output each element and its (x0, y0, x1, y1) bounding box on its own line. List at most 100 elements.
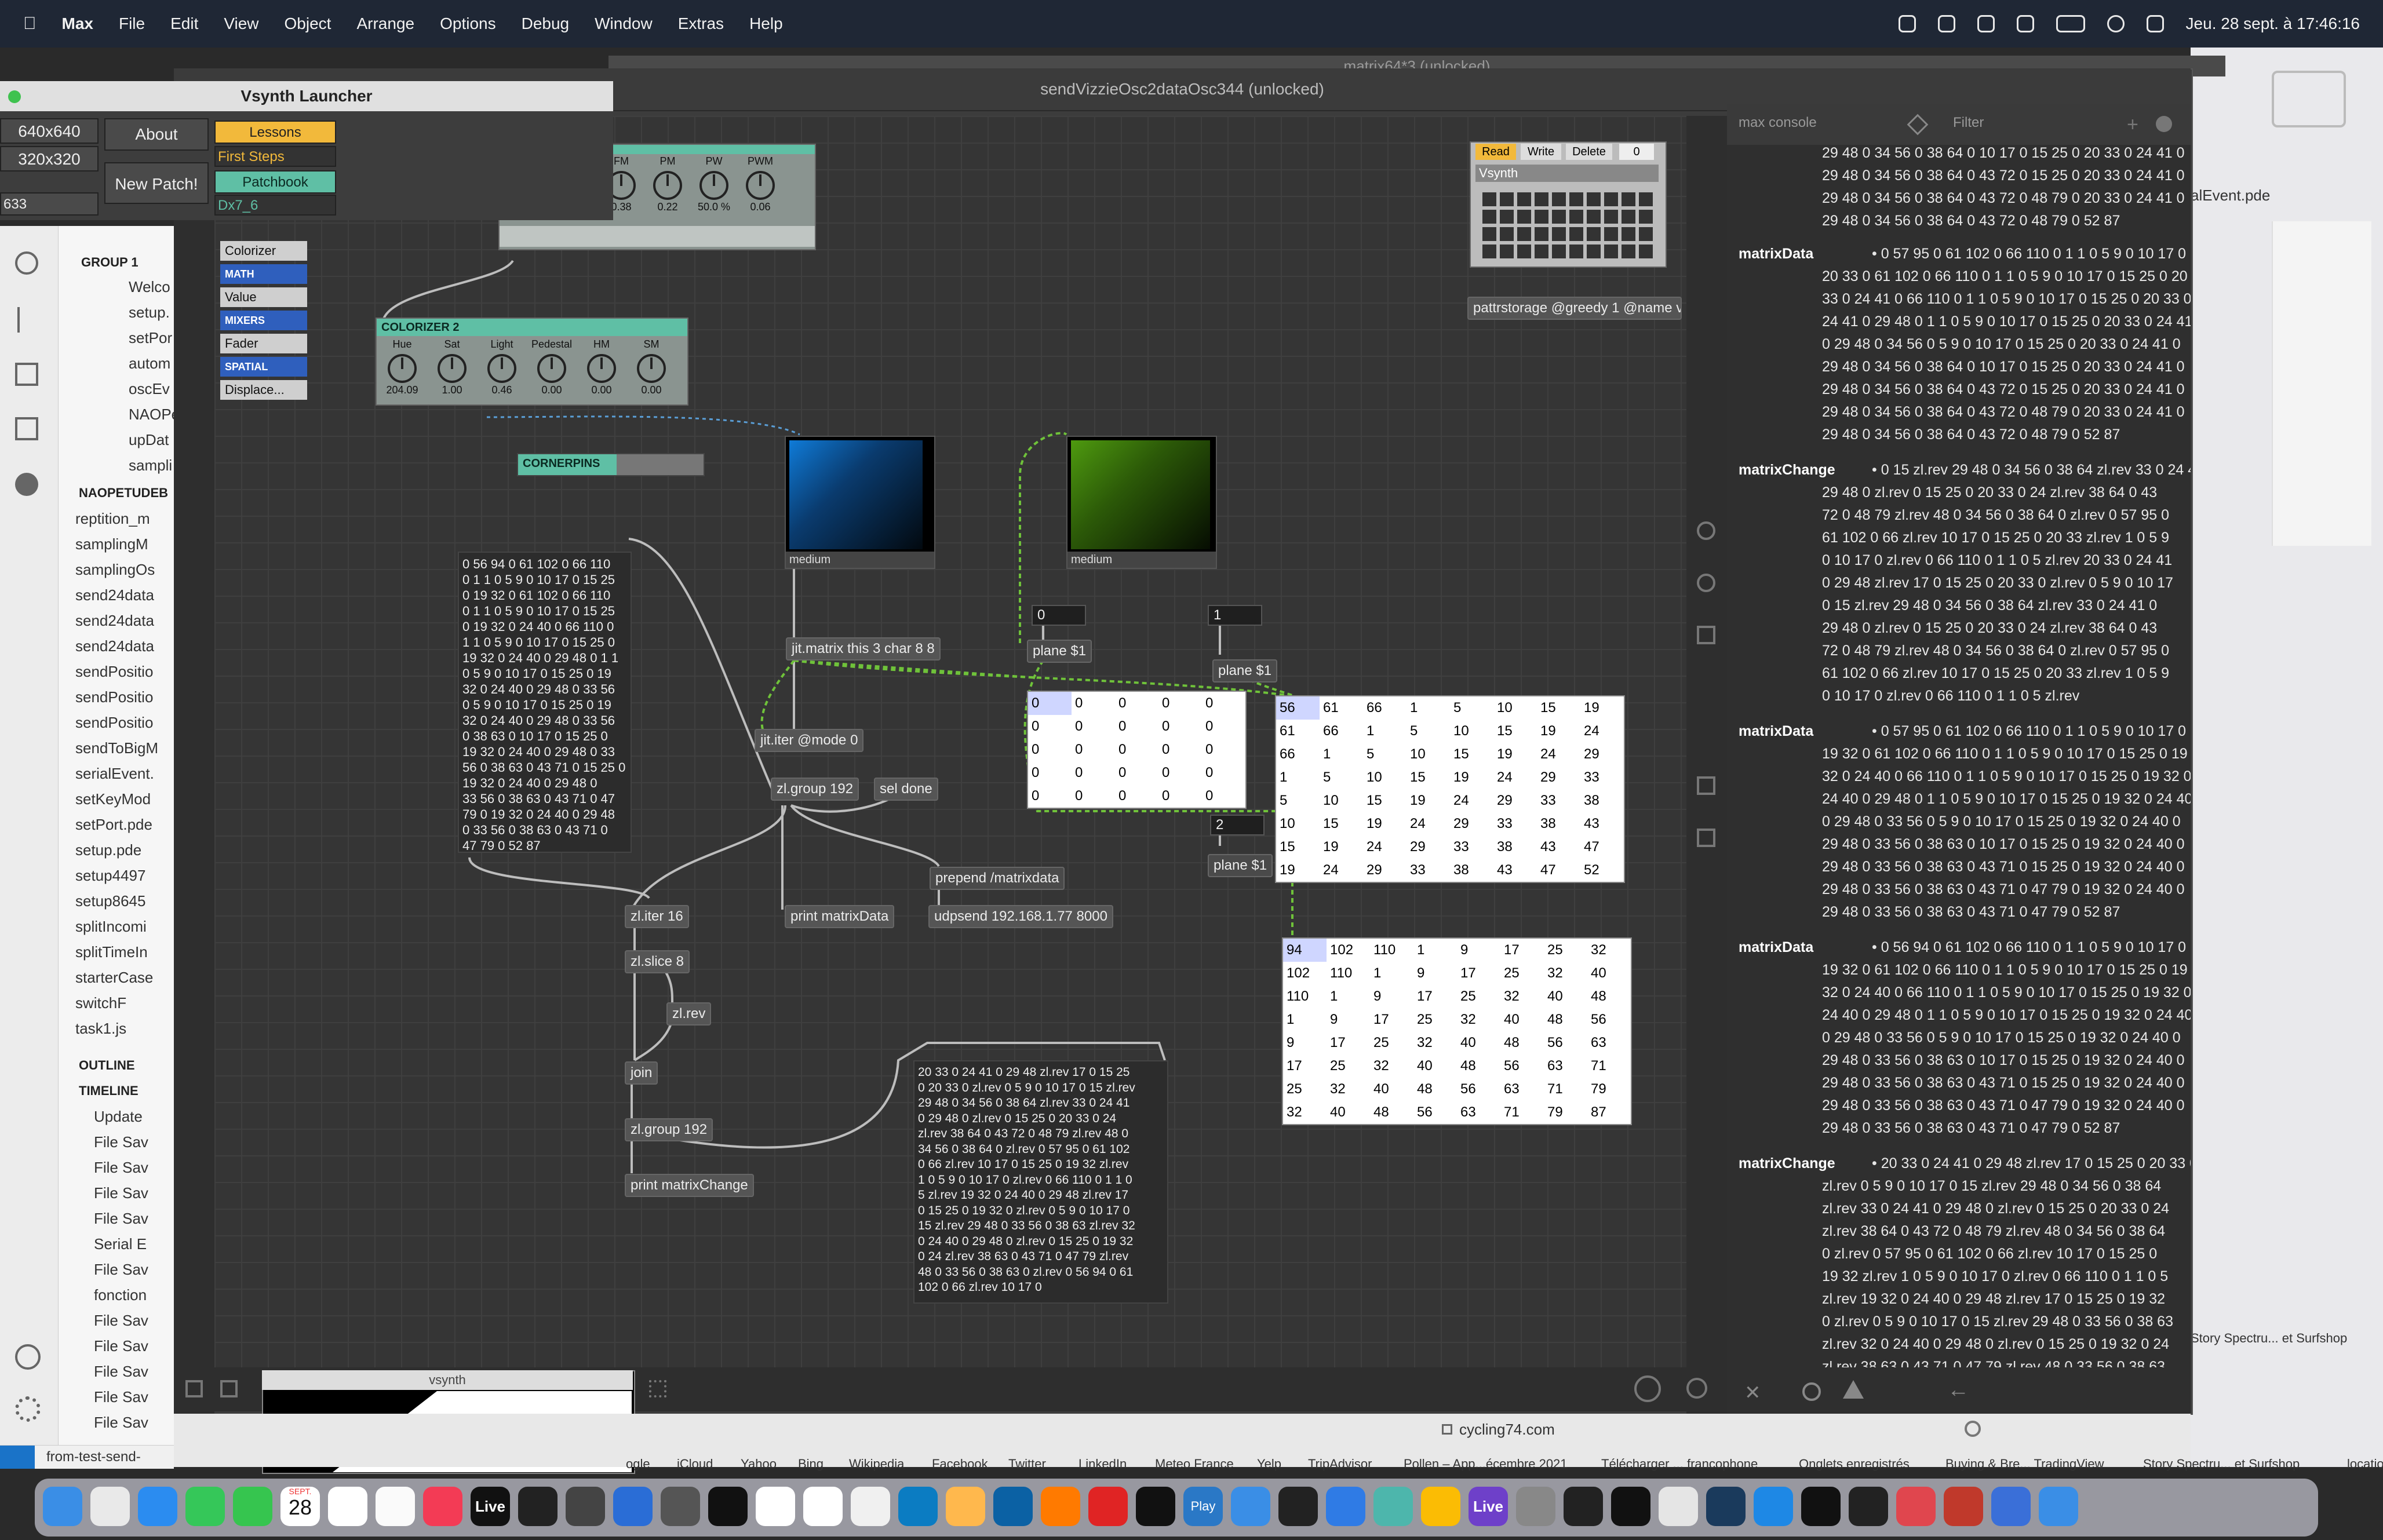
table-cell[interactable]: 1 (1283, 1008, 1327, 1031)
table-cell[interactable]: 15 (1407, 766, 1450, 789)
bookmark-link[interactable]: Yahoo (741, 1457, 777, 1472)
zl-iter-object[interactable]: zl.iter 16 (625, 905, 689, 928)
table-cell[interactable]: 19 (1450, 766, 1493, 789)
table-cell[interactable]: 61 (1320, 696, 1363, 720)
quality-menu[interactable]: medium (1067, 552, 1216, 568)
control-center-icon[interactable] (2146, 15, 2164, 32)
table-cell[interactable]: 0 (1028, 784, 1072, 808)
bookmark-link[interactable]: Meteo France (1155, 1457, 1234, 1472)
table-cell[interactable]: 33 (1537, 789, 1580, 812)
table-cell[interactable]: 0 (1202, 761, 1245, 784)
knob-dial[interactable] (653, 171, 682, 200)
table-cell[interactable]: 0 (1115, 692, 1158, 715)
table-cell[interactable]: 43 (1537, 835, 1580, 859)
table-cell[interactable]: 0 (1028, 715, 1072, 738)
matrixchange-message[interactable]: 20 33 0 24 41 0 29 48 zl.rev 17 0 15 25 … (913, 1060, 1168, 1304)
table-cell[interactable]: 63 (1500, 1078, 1544, 1101)
resolution-select[interactable]: 640x640 (0, 118, 99, 144)
table-cell[interactable]: 32 (1370, 1054, 1413, 1078)
table-cell[interactable]: 5 (1407, 720, 1450, 743)
table-cell[interactable]: 15 (1493, 720, 1537, 743)
prepend-message[interactable]: prepend /matrixdata (930, 867, 1065, 890)
table-cell[interactable]: 52 (1580, 859, 1624, 882)
table-cell[interactable]: 19 (1537, 720, 1580, 743)
lessons-button[interactable]: Lessons (214, 121, 336, 144)
battery-icon[interactable] (2056, 15, 2085, 32)
table-cell[interactable]: 40 (1327, 1101, 1370, 1124)
table-cell[interactable]: 71 (1587, 1054, 1631, 1078)
table-cell[interactable]: 48 (1544, 1008, 1587, 1031)
sm-knob[interactable]: SM 0.00 (628, 338, 675, 396)
calculator-icon[interactable] (613, 1487, 653, 1526)
number-box[interactable]: 2 (1210, 815, 1265, 835)
about-button[interactable]: About (104, 118, 209, 151)
add-icon[interactable]: + (2127, 114, 2138, 136)
table-cell[interactable]: 56 (1457, 1078, 1500, 1101)
table-cell[interactable]: 1 (1370, 962, 1413, 985)
udpsend-object[interactable]: udpsend 192.168.1.77 8000 (928, 905, 1113, 928)
table-cell[interactable]: 110 (1327, 962, 1370, 985)
bookmark-link[interactable]: Onglets enregistrés (1799, 1457, 1910, 1472)
table-cell[interactable]: 19 (1320, 835, 1363, 859)
close-icon[interactable] (617, 454, 704, 475)
bookmark-link[interactable]: Télécharger ... francophone (1601, 1457, 1758, 1472)
table-cell[interactable]: 47 (1537, 859, 1580, 882)
join-object[interactable]: join (625, 1061, 658, 1085)
table-cell[interactable]: 29 (1493, 789, 1537, 812)
table-cell[interactable]: 66 (1320, 720, 1363, 743)
table-cell[interactable]: 1 (1413, 939, 1457, 962)
table-cell[interactable]: 9 (1413, 962, 1457, 985)
zl-rev-object[interactable]: zl.rev (666, 1002, 712, 1026)
table-cell[interactable]: 0 (1158, 784, 1202, 808)
window-zoom-button[interactable] (8, 90, 21, 103)
table-cell[interactable]: 29 (1363, 859, 1407, 882)
table-cell[interactable]: 19 (1363, 812, 1407, 835)
pm-knob[interactable]: PM 0.22 (644, 155, 691, 213)
table-cell[interactable]: 66 (1276, 743, 1320, 766)
table-cell[interactable]: 79 (1544, 1101, 1587, 1124)
table-cell[interactable]: 66 (1363, 696, 1407, 720)
table-cell[interactable]: 40 (1370, 1078, 1413, 1101)
number-box[interactable]: 0 (1032, 605, 1086, 626)
table-cell[interactable]: 94 (1283, 939, 1327, 962)
system-settings-icon[interactable] (566, 1487, 605, 1526)
table-cell[interactable]: 33 (1450, 835, 1493, 859)
table-cell[interactable]: 38 (1450, 859, 1493, 882)
hue-knob[interactable]: Hue 204.09 (379, 338, 425, 396)
live-icon[interactable]: Live (1469, 1487, 1508, 1526)
table-cell[interactable]: 17 (1500, 939, 1544, 962)
table-cell[interactable]: 56 (1544, 1031, 1587, 1054)
table-cell[interactable]: 25 (1283, 1078, 1327, 1101)
preset-grid[interactable] (1479, 189, 1653, 258)
table-cell[interactable]: 48 (1587, 985, 1631, 1008)
folder-icon[interactable] (1991, 1487, 2031, 1526)
volume-icon[interactable] (2016, 15, 2034, 32)
table-cell[interactable]: 5 (1320, 766, 1363, 789)
knob-dial[interactable] (746, 171, 775, 200)
pwm-knob[interactable]: PWM 0.06 (737, 155, 784, 213)
timeline-item[interactable]: File Sav (94, 1414, 148, 1438)
table-cell[interactable]: 24 (1580, 720, 1624, 743)
preview-icon[interactable] (1516, 1487, 1555, 1526)
table-cell[interactable]: 9 (1283, 1031, 1327, 1054)
table-cell[interactable]: 10 (1363, 766, 1407, 789)
table-cell[interactable]: 0 (1028, 761, 1072, 784)
filter-icon[interactable] (1907, 114, 1929, 136)
table-cell[interactable]: 25 (1413, 1008, 1457, 1031)
table-cell[interactable]: 24 (1537, 743, 1580, 766)
zl-group-object[interactable]: zl.group 192 (771, 778, 859, 801)
table-cell[interactable]: 48 (1370, 1101, 1413, 1124)
table-cell[interactable]: 71 (1544, 1078, 1587, 1101)
table-cell[interactable]: 0 (1072, 692, 1115, 715)
table-cell[interactable]: 40 (1544, 985, 1587, 1008)
table-cell[interactable]: 0 (1158, 692, 1202, 715)
table-cell[interactable]: 19 (1493, 743, 1537, 766)
table-cell[interactable]: 43 (1580, 812, 1624, 835)
module-menu-fader[interactable]: Fader (220, 334, 307, 353)
table-cell[interactable]: 24 (1363, 835, 1407, 859)
bookmark-link[interactable]: LinkedIn (1078, 1457, 1127, 1472)
first-steps-select[interactable]: First Steps (214, 146, 336, 167)
table-cell[interactable]: 40 (1413, 1054, 1457, 1078)
bookmark-link[interactable]: Bing (798, 1457, 824, 1472)
plane-message[interactable]: plane $1 (1212, 659, 1278, 683)
